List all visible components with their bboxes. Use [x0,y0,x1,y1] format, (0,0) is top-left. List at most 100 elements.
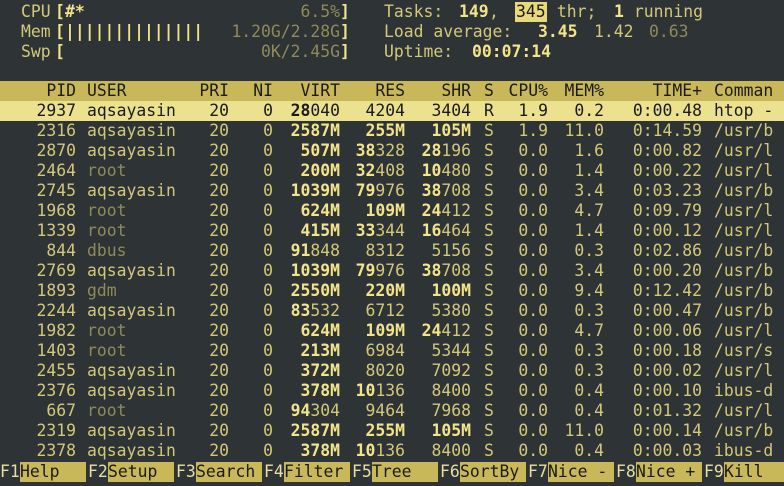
cell-cpu: 0.0 [518,301,548,320]
cell-pid: 667 [46,401,76,420]
table-row[interactable]: 1982 root 20 0 624M 109M 24412 S 0.0 4.7 0:00.06/u… [0,321,784,341]
cell-pid: 2870 [36,141,76,160]
cell-cmd: /usr/l [714,201,774,220]
cell-res: 9464 [365,401,405,420]
cell-mem: 1.4 [574,221,604,240]
cell-shr: 5380 [431,301,471,320]
cell-shr: 8400 [431,381,471,400]
table-row[interactable]: 2316 aqsayasin 20 0 2587M 255M 105M S 1.9 11.0 0:1… [0,121,784,141]
table-row[interactable]: 2769 aqsayasin 20 0 1039M 79976 38708 S 0.0 3.4 0:… [0,261,784,281]
column-header-time[interactable]: TIME+ [612,81,702,101]
cell-ni: 0 [263,441,273,460]
cell-pri: 20 [209,361,229,380]
fkey-f2-button[interactable]: Setup [108,462,174,482]
cell-cpu: 0.0 [518,181,548,200]
swp-meter: Swp [ 0K/2.45G ] Uptime: 00:07:14 [0,42,784,62]
tasks-label: Tasks: [384,2,454,21]
table-row[interactable]: 2745 aqsayasin 20 0 1039M 79976 38708 S 0.0 3.4 0:… [0,181,784,201]
cell-ni: 0 [263,101,273,120]
cell-s: S [484,321,494,340]
table-row[interactable]: 2319 aqsayasin 20 0 2587M 255M 105M S 0.0 11.0 0:0… [0,421,784,441]
cell-shr: 38708 [421,261,471,280]
cell-shr: 10480 [421,161,471,180]
cell-ni: 0 [263,141,273,160]
cell-cmd: /usr/b [714,421,774,440]
cell-time: 0:14.59 [632,121,702,140]
table-row[interactable]: 1968 root 20 0 624M 109M 24412 S 0.0 4.7 0:09.79/u… [0,201,784,221]
fkey-f6-button[interactable]: SortBy [460,462,526,482]
table-row[interactable]: 1339 root 20 0 415M 33344 16464 S 0.0 1.4 0:00.12 /… [0,221,784,241]
cell-time: 0:00.03 [632,441,702,460]
cell-mem: 0.3 [574,301,604,320]
fkey-f8-button[interactable]: Nice + [636,462,702,482]
table-row[interactable]: 2244 aqsayasin 20 0 83532 6712 5380 S 0.0 0.3 0:00… [0,301,784,321]
cell-res: 6712 [365,301,405,320]
cell-ni: 0 [263,361,273,380]
column-header-pri[interactable]: PRI [196,81,229,101]
cell-pri: 20 [209,181,229,200]
fkey-f3-button[interactable]: Search [196,462,262,482]
cell-shr: 100M [431,281,471,300]
table-row[interactable]: 2455 aqsayasin 20 0 372M 8020 7092 S 0.0 0.3 0:00.… [0,361,784,381]
cell-cpu: 1.9 [518,101,548,120]
cell-res: 38328 [355,141,405,160]
cell-ni: 0 [263,401,273,420]
fkey-f8: F8 [616,462,636,481]
cell-pri: 20 [209,341,229,360]
column-header-ni[interactable]: NI [238,81,273,101]
table-row[interactable]: 667 root 20 0 94304 9464 7968 S 0.0 0.4 0:01.32/us… [0,401,784,421]
cell-virt: 2587M [290,121,340,140]
cell-res: 109M [365,321,405,340]
fkey-f5-button[interactable]: Tree [372,462,438,482]
table-row[interactable]: 2464 root 20 0 200M 32408 10480 S 0.0 1.4 0:00.22 /… [0,161,784,181]
cell-virt: 2587M [290,421,340,440]
cell-mem: 0.4 [574,441,604,460]
cell-virt: 415M [300,221,340,240]
cell-res: 4204 [365,101,405,120]
cell-shr: 3404 [431,101,471,120]
cpu-meter-label: CPU [21,2,51,21]
cell-cpu: 0.0 [518,161,548,180]
column-header-cmd[interactable]: Comman [714,81,784,101]
table-row[interactable]: 844 dbus 20 0 91848 8312 5156 S 0.0 0.3 0:02.86/us… [0,241,784,261]
cell-user: aqsayasin [87,381,176,400]
column-header-virt[interactable]: VIRT [280,81,340,101]
cell-virt: 213M [300,341,340,360]
cell-time: 0:09.79 [632,201,702,220]
cell-cpu: 0.0 [518,241,548,260]
cell-cpu: 0.0 [518,341,548,360]
cell-s: S [484,381,494,400]
column-header-pid[interactable]: PID [0,81,76,101]
fkey-f4-button[interactable]: Filter [284,462,350,482]
cell-mem: 9.4 [574,281,604,300]
column-header-shr[interactable]: SHR [411,81,471,101]
cell-ni: 0 [263,301,273,320]
fkey-f1-button[interactable]: Help [20,462,86,482]
cell-time: 0:00.06 [632,321,702,340]
cell-mem: 0.4 [574,401,604,420]
load-average-5: 1.42 [594,22,634,41]
column-header-cpu[interactable]: CPU% [500,81,548,101]
column-header-res[interactable]: RES [346,81,405,101]
column-header-mem[interactable]: MEM% [556,81,604,101]
table-row[interactable]: 2378 aqsayasin 20 0 378M 10136 8400 S 0.0 0.4 0:00… [0,441,784,461]
cpu-meter-value: 6.5% [300,2,340,21]
fkey-f7-button[interactable]: Nice - [548,462,614,482]
column-header-user[interactable]: USER [87,81,197,101]
cell-pid: 1339 [36,221,76,240]
table-row[interactable]: 1403 root 20 0 213M 6984 5344 S 0.0 0.3 0:00.18/us… [0,341,784,361]
table-row[interactable]: 2376 aqsayasin 20 0 378M 10136 8400 S 0.0 0.4 0:00… [0,381,784,401]
table-row[interactable]: 2937 aqsayasin 20 0 28040 4204 3404 R 1.9 0.2 0:00… [0,101,784,121]
fkey-f9-button[interactable]: Kill [724,462,784,482]
cell-virt: 507M [300,141,340,160]
cell-s: S [484,181,494,200]
cell-shr: 105M [431,421,471,440]
cell-virt: 378M [300,441,340,460]
cell-mem: 3.4 [574,181,604,200]
cell-pri: 20 [209,441,229,460]
cell-s: S [484,221,494,240]
table-row[interactable]: 1893 gdm 20 0 2550M 220M 100M S 0.0 9.4 0:12.42/us… [0,281,784,301]
table-row[interactable]: 2870 aqsayasin 20 0 507M 38328 28196 S 0.0 1.6 0:0… [0,141,784,161]
column-header-s[interactable]: S [484,81,496,101]
cell-pid: 2376 [36,381,76,400]
